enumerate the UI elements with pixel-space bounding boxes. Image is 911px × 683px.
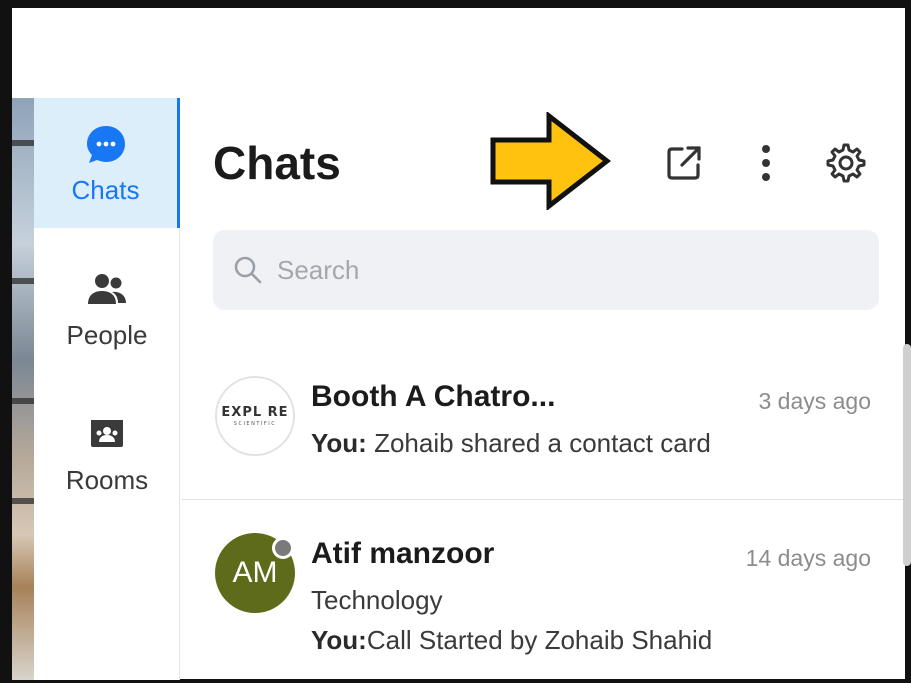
- chat-preview: You:Call Started by Zohaib Shahid: [311, 625, 712, 656]
- more-vertical-icon: [762, 145, 770, 181]
- chat-name: Atif manzoor: [311, 537, 495, 570]
- settings-button[interactable]: [821, 138, 871, 188]
- search-bar[interactable]: [213, 230, 879, 310]
- preview-text: Zohaib shared a contact card: [366, 428, 711, 458]
- chat-list-item[interactable]: EXPL RE SCIENTIFIC Booth A Chatro... 3 d…: [181, 348, 903, 500]
- chats-panel: Chats EXPL RE SCIENTIFIC: [181, 98, 911, 681]
- external-link-icon: [667, 146, 701, 180]
- room-icon: [83, 411, 131, 459]
- frame-left: [0, 0, 12, 683]
- logo-sub-text: SCIENTIFIC: [233, 421, 277, 427]
- chat-subtitle: Technology: [311, 585, 443, 615]
- chat-timestamp: 3 days ago: [758, 388, 871, 414]
- sidebar-item-label: People: [66, 319, 148, 350]
- sidebar-item-rooms[interactable]: Rooms: [34, 388, 180, 518]
- sidebar-item-label: Rooms: [65, 464, 149, 495]
- preview-prefix: You:: [311, 428, 367, 458]
- background-photo-edge: [12, 98, 34, 680]
- sidebar-item-people[interactable]: People: [34, 243, 180, 373]
- frame-top: [0, 0, 911, 8]
- page-title: Chats: [213, 137, 341, 189]
- chat-bubble-icon: [82, 121, 130, 169]
- gear-icon: [826, 143, 866, 183]
- presence-status-dot: [272, 537, 294, 559]
- frame-right: [905, 0, 911, 683]
- sidebar-item-chats[interactable]: Chats: [34, 98, 180, 228]
- sidebar: Chats People Rooms: [34, 98, 180, 680]
- search-input[interactable]: [277, 254, 837, 286]
- chat-name: Booth A Chatro...: [311, 380, 556, 413]
- preview-prefix: You:: [311, 625, 367, 655]
- more-options-button[interactable]: [741, 138, 791, 188]
- sidebar-item-label: Chats: [71, 174, 140, 205]
- search-icon: [234, 256, 262, 284]
- arrow-right-icon: [490, 112, 611, 210]
- logo-main-text: EXPL RE: [221, 405, 289, 420]
- preview-text: Call Started by Zohaib Shahid: [366, 625, 713, 655]
- chat-timestamp: 14 days ago: [745, 545, 871, 571]
- people-icon: [83, 266, 131, 314]
- chat-preview: You: Zohaib shared a contact card: [311, 428, 711, 459]
- chat-list-item[interactable]: AM Atif manzoor 14 days ago Technology Y…: [181, 501, 903, 681]
- popout-button[interactable]: [659, 138, 709, 188]
- avatar: EXPL RE SCIENTIFIC: [215, 376, 295, 456]
- scrollbar-thumb[interactable]: [903, 344, 911, 566]
